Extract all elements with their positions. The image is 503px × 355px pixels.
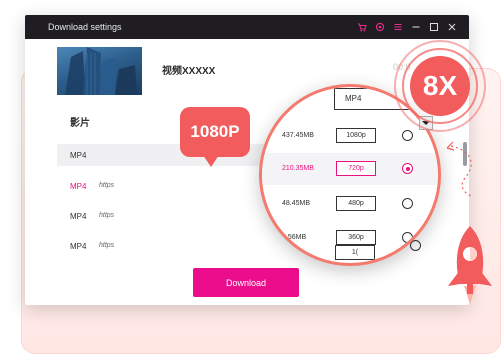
minimize-icon[interactable] xyxy=(411,22,421,32)
quality-badge: 480p xyxy=(336,196,376,211)
speed-badge-label: 8X xyxy=(422,70,458,101)
settings-icon[interactable] xyxy=(375,22,385,32)
menu-icon[interactable] xyxy=(393,22,403,32)
quality-badge: 720p xyxy=(336,161,376,176)
source-label: https xyxy=(99,182,115,189)
quality-radio[interactable] xyxy=(402,198,413,209)
quality-radio-selected[interactable] xyxy=(402,163,413,174)
format-label: MP4 xyxy=(70,151,87,160)
rocket-icon xyxy=(448,226,492,304)
file-size: 5.56MB xyxy=(282,234,307,241)
file-size: 437.45MB xyxy=(282,132,314,139)
video-name: 视频XXXXX xyxy=(162,66,216,77)
quality-option[interactable]: 437.45MB 1080p xyxy=(262,120,438,152)
quality-radio[interactable] xyxy=(402,232,413,243)
format-label: MP4 xyxy=(70,242,87,251)
quality-radio[interactable] xyxy=(402,130,413,141)
quality-option[interactable]: 210.35MB 720p xyxy=(262,153,438,185)
edge-fragment: 1( xyxy=(335,245,375,260)
speed-badge: 8X xyxy=(410,56,470,116)
section-label: 影片 xyxy=(70,118,90,129)
window-controls xyxy=(357,22,469,32)
quality-badge: 1080p xyxy=(336,128,376,143)
close-icon[interactable] xyxy=(447,22,457,32)
file-size: 210.35MB xyxy=(282,165,314,172)
resolution-bubble-label: 1080P xyxy=(190,122,240,141)
title-bar: Download settings xyxy=(25,15,469,39)
source-label: https xyxy=(99,242,115,249)
video-thumbnail xyxy=(57,47,142,95)
file-size: 48.45MB xyxy=(282,200,311,207)
quality-badge: 360p xyxy=(336,230,376,245)
rocket-trail xyxy=(446,141,472,197)
window-title: Download settings xyxy=(48,22,122,32)
download-button[interactable]: Download xyxy=(193,268,299,297)
quality-option[interactable]: 48.45MB 480p xyxy=(262,188,438,220)
bubble-tail xyxy=(203,155,219,167)
format-label: MP4 xyxy=(70,182,87,191)
source-label: https xyxy=(99,212,115,219)
resolution-bubble: 1080P xyxy=(180,107,250,157)
maximize-icon[interactable] xyxy=(429,22,439,32)
format-label: MP4 xyxy=(70,212,87,221)
cart-icon[interactable] xyxy=(357,22,367,32)
